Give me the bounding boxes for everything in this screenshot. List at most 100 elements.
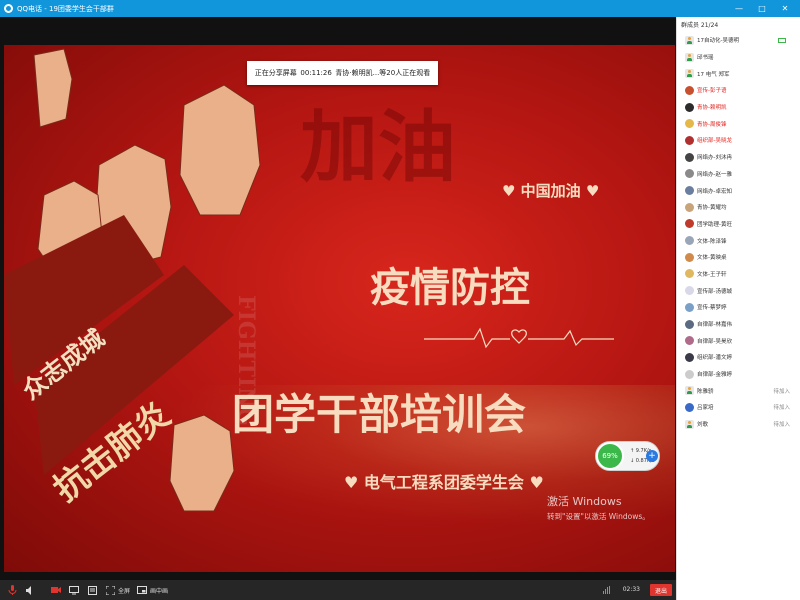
- member-name: 自律部-金雅婷: [697, 372, 732, 379]
- avatar: [685, 402, 694, 412]
- avatar: [685, 219, 694, 229]
- avatar: [685, 302, 694, 312]
- list-item[interactable]: 网络办-刘沐冉: [677, 149, 800, 166]
- speaker-icon[interactable]: [24, 584, 36, 596]
- avatar: [685, 269, 694, 279]
- avatar: [685, 169, 694, 179]
- list-item[interactable]: 文体-陈泽锋: [677, 232, 800, 249]
- sharing-status-banner: 正在分享屏幕 00:11:26 青协·赖明凯...等20人正在观看: [247, 61, 438, 85]
- member-name: 团学助理-黄旺: [697, 221, 732, 228]
- list-item[interactable]: 宣传-彭子语: [677, 82, 800, 99]
- list-item[interactable]: 网络办-赵一雅: [677, 166, 800, 183]
- list-item[interactable]: 吕家培 待加入: [677, 399, 800, 416]
- heartbeat-line-icon: [424, 327, 614, 349]
- default-avatar-icon: [685, 69, 694, 79]
- member-name: 网络办-卓宏知: [697, 188, 732, 195]
- whiteboard-icon[interactable]: [86, 584, 98, 596]
- member-name: 组织部-吴晓龙: [697, 138, 732, 145]
- list-item[interactable]: 刘歌 待加入: [677, 416, 800, 433]
- member-name: 邱书瑶: [697, 55, 714, 62]
- avatar: [685, 336, 694, 346]
- exit-call-button[interactable]: 退出: [650, 584, 672, 596]
- member-name: 17自动化-吴德明: [697, 38, 739, 45]
- slide-title-epidemic: 疫情防控: [370, 264, 530, 311]
- list-item[interactable]: 陈雅骄 待加入: [677, 382, 800, 399]
- member-name: 网络办-赵一雅: [697, 171, 732, 178]
- list-item[interactable]: 自律部-林嘉伟: [677, 316, 800, 333]
- member-name: 青协-黄耀均: [697, 205, 727, 212]
- member-count-header: 群成员 21/24: [681, 22, 719, 29]
- default-avatar-icon: [685, 419, 694, 429]
- list-item[interactable]: 宣传-蔡梦婷: [677, 299, 800, 316]
- list-item[interactable]: 青协-黄耀均: [677, 199, 800, 216]
- fists-illustration: [4, 48, 261, 512]
- camera-off-icon[interactable]: [50, 584, 62, 596]
- qq-logo-icon: [4, 4, 13, 13]
- member-name: 青协-周俊锋: [697, 121, 727, 128]
- list-item[interactable]: 17 电气 郑军: [677, 65, 800, 82]
- member-status: 待加入: [773, 422, 790, 429]
- list-item[interactable]: 宣传部-汤德城: [677, 282, 800, 299]
- close-button[interactable]: ✕: [774, 0, 796, 17]
- member-name: 组织部-潘文婷: [697, 355, 732, 362]
- member-status: 待加入: [773, 405, 790, 412]
- member-panel: 群成员 21/24 17自动化-吴德明 邱书瑶 17 电气 郑军 宣传-彭子语青协-赖…: [676, 17, 800, 600]
- list-item[interactable]: 青协-周俊锋: [677, 115, 800, 132]
- avatar: [685, 236, 694, 246]
- list-item[interactable]: 自律部-金雅婷: [677, 366, 800, 383]
- qq-call-window: QQ电话 - 19团委学生会干部群 — □ ✕ 加油 众志成城 抗击肺炎 FIG…: [0, 0, 800, 600]
- call-toolbar: 全屏 画中画 02:33 退出: [0, 580, 676, 600]
- speed-percent-ball: 69%: [596, 442, 624, 470]
- list-item[interactable]: 组织部-潘文婷: [677, 349, 800, 366]
- microphone-muted-icon[interactable]: [6, 584, 18, 596]
- picture-in-picture-button[interactable]: 画中画: [150, 586, 168, 595]
- sharing-elapsed: 00:11:26: [300, 69, 332, 77]
- list-item[interactable]: 网络办-卓宏知: [677, 182, 800, 199]
- call-duration: 02:33: [622, 586, 640, 593]
- screen-share-icon[interactable]: [68, 584, 80, 596]
- avatar: [685, 152, 694, 162]
- viewers-text: 青协·赖明凯...等20人正在观看: [335, 69, 431, 77]
- slide-title-training: 团学干部培训会: [232, 390, 527, 439]
- activate-windows-title: 激活 Windows: [547, 495, 622, 508]
- member-name: 自律部-吴昊欣: [697, 338, 732, 345]
- china-jiayou-heading: ♥ 中国加油 ♥: [502, 182, 600, 200]
- avatar: [685, 186, 694, 196]
- member-name: 17 电气 郑军: [697, 71, 730, 78]
- avatar: [685, 252, 694, 262]
- member-name: 宣传-蔡梦婷: [697, 305, 727, 312]
- minimize-button[interactable]: —: [728, 0, 750, 17]
- avatar: [685, 286, 694, 296]
- member-name: 文体-黄映桌: [697, 255, 727, 262]
- activate-windows-hint: 转到"设置"以激活 Windows。: [547, 512, 650, 521]
- bg-jiayou-text: 加油: [300, 102, 457, 193]
- list-item[interactable]: 组织部-吴晓龙: [677, 132, 800, 149]
- shared-screen-area[interactable]: 加油 众志成城 抗击肺炎 FIGHTING ♥ 中国加油 ♥ 疫情防控 团学干部…: [0, 17, 676, 580]
- member-name: 文体-陈泽锋: [697, 238, 727, 245]
- member-name: 文体-王子轩: [697, 271, 727, 278]
- signal-strength-icon: [603, 586, 611, 594]
- avatar: [685, 85, 694, 95]
- member-name: 宣传-彭子语: [697, 88, 727, 95]
- list-item[interactable]: 文体-黄映桌: [677, 249, 800, 266]
- default-avatar-icon: [685, 386, 694, 396]
- fullscreen-icon[interactable]: [104, 584, 116, 596]
- list-item[interactable]: 团学助理-黄旺: [677, 216, 800, 233]
- avatar: [685, 102, 694, 112]
- member-status: 待加入: [773, 388, 790, 395]
- avatar: [685, 202, 694, 212]
- network-speed-widget[interactable]: 69% ↑ 9.7K/s ↓ 0.87K/s +: [595, 441, 660, 471]
- list-item[interactable]: 17自动化-吴德明: [677, 32, 800, 49]
- avatar: [685, 119, 694, 129]
- picture-in-picture-icon[interactable]: [136, 584, 148, 596]
- boost-plus-icon[interactable]: +: [646, 450, 658, 462]
- avatar: [685, 319, 694, 329]
- list-item[interactable]: 青协-赖明凯: [677, 99, 800, 116]
- list-item[interactable]: 文体-王子轩: [677, 266, 800, 283]
- avatar: [685, 352, 694, 362]
- member-list: 17自动化-吴德明 邱书瑶 17 电气 郑军 宣传-彭子语青协-赖明凯青协-周俊锋 组织…: [677, 32, 800, 433]
- fullscreen-button[interactable]: 全屏: [118, 586, 130, 595]
- maximize-button[interactable]: □: [751, 0, 773, 17]
- list-item[interactable]: 邱书瑶: [677, 49, 800, 66]
- list-item[interactable]: 自律部-吴昊欣: [677, 332, 800, 349]
